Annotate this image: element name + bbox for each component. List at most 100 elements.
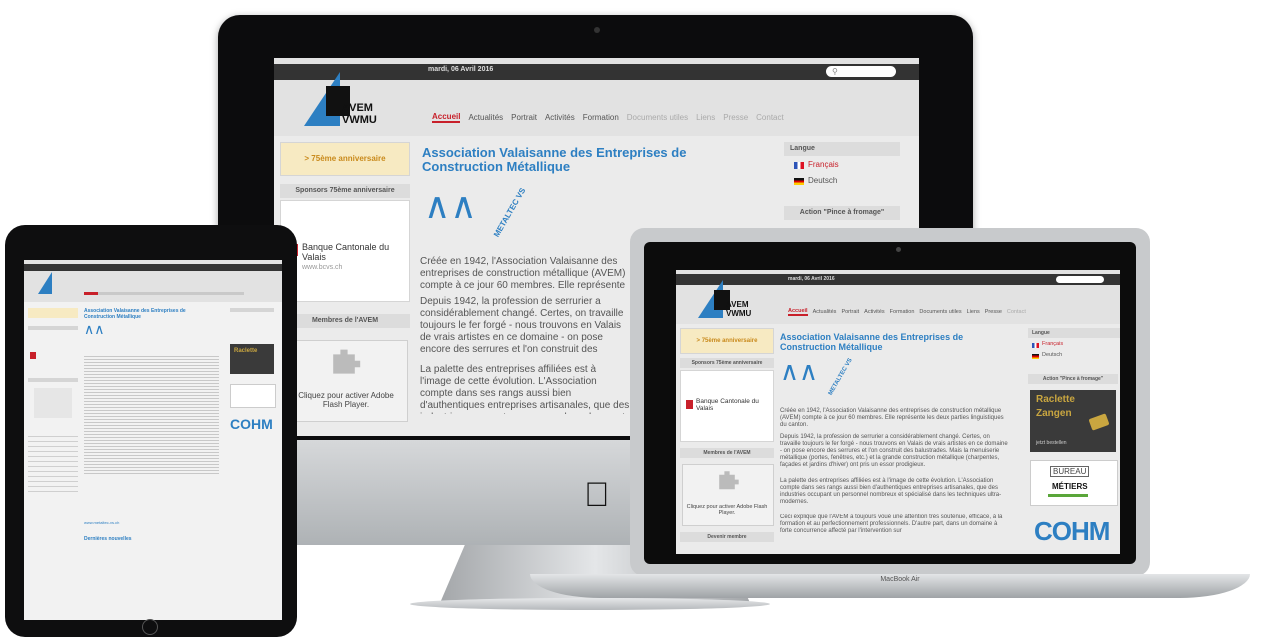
ipad-cohm-logo[interactable]: COHM [230,416,273,432]
metaltec-label: METALTEC VS [491,186,528,239]
imac-foot [410,598,770,610]
nav-presse[interactable]: Presse [723,113,748,122]
ipad-nav-active[interactable] [84,292,98,295]
apple-logo-icon:  [584,476,610,515]
ipad-raclette-text: Raclette [234,348,258,354]
mb-flash-text: Cliquez pour activer Adobe Flash Player. [686,504,768,516]
flag-de-icon [794,178,804,185]
macbook-screen: mardi, 06 Avril 2016 AVEM VWMU Accueil A… [676,270,1120,554]
mb-bcvs-icon [686,400,693,409]
date-text: mardi, 06 Avril 2016 [428,66,494,73]
bank-name: Banque Cantonale du Valais [302,242,390,262]
macbook-camera [896,247,901,252]
mb-zangen-text: Zangen [1036,408,1072,419]
mb-main-nav: Accueil Actualités Portrait Activités Fo… [788,308,1026,316]
mb-flag-fr-icon [1032,343,1039,348]
logo-line1: AVEM [342,102,373,114]
mb-search-input[interactable] [1056,276,1104,283]
ipad-url[interactable]: www.metaltec-vs.ch [84,520,119,525]
ipad-members-heading [28,378,78,382]
sponsors-heading: Sponsors 75ème anniversaire [280,184,410,198]
mb-metiers-text: MÉTIERS [1052,482,1088,491]
mb-sponsors-heading: Sponsors 75ème anniversaire [680,358,774,368]
nav-actualites[interactable]: Actualités [468,113,503,122]
anniversary-button[interactable]: > 75ème anniversaire [280,142,410,176]
mb-paragraph-4: Ceci explique que l'AVEM a toujours voué… [780,514,1003,534]
mb-lang-german[interactable]: Deutsch [1042,352,1062,358]
mb-raclette-text: Raclette [1036,394,1075,405]
ipad-metaltec-icon: ∧∧ [84,321,105,337]
lang-german[interactable]: Deutsch [808,176,837,185]
mb-flag-de-icon [1032,354,1039,359]
paragraph-1: Créée en 1942, l'Association Valaisanne … [420,256,626,291]
search-icon: ⚲ [832,67,838,76]
paragraph-2: Depuis 1942, la profession de serrurier … [420,296,624,355]
mb-paragraph-1: Créée en 1942, l'Association Valaisanne … [780,408,1004,428]
ipad-anniversary[interactable] [28,308,78,318]
ipad-nav [84,292,244,295]
mb-nav-documents[interactable]: Documents utiles [919,309,961,315]
mb-date-text: mardi, 06 Avril 2016 [788,276,835,282]
action-heading: Action "Pince à fromage" [784,206,900,220]
macbook-label: MacBook Air [880,576,920,583]
mb-bureau-text: BUREAU [1050,466,1090,477]
mb-nav-accueil[interactable]: Accueil [788,308,808,316]
mb-metiers-underline [1048,494,1088,497]
mb-date-bar [676,274,1120,285]
mb-metaltec-icon: ∧∧ [780,356,819,386]
mb-langue-heading: Langue [1028,328,1120,338]
mb-nav-contact[interactable]: Contact [1007,309,1026,315]
mb-cohm-logo[interactable]: COHM [1034,516,1110,547]
mb-members-heading: Membres de l'AVEM [680,448,774,458]
ipad-bureau-ad[interactable] [230,384,276,408]
nav-liens[interactable]: Liens [696,113,715,122]
mb-paragraph-3: La palette des entreprises affiliées est… [780,478,1002,505]
nav-documents[interactable]: Documents utiles [627,113,688,122]
mb-nav-actualites[interactable]: Actualités [813,309,837,315]
mb-nav-presse[interactable]: Presse [985,309,1002,315]
mb-lang-french[interactable]: Français [1042,341,1063,347]
bank-url: www.bcvs.ch [302,264,343,271]
metaltec-logo-icon: ∧∧ [424,185,477,226]
mb-nav-portrait[interactable]: Portrait [841,309,859,315]
mb-become-member[interactable]: Devenir membre [680,532,774,542]
mb-nav-liens[interactable]: Liens [967,309,980,315]
main-nav: Accueil Actualités Portrait Activités Fo… [432,112,784,123]
mb-metaltec-label: METALTEC VS [827,357,854,397]
mb-page-title: Association Valaisanne des Entreprises d… [780,332,964,352]
lang-french[interactable]: Français [808,160,839,169]
ipad-bcvs-icon [30,352,36,359]
nav-formation[interactable]: Formation [583,113,619,122]
ipad-langue-heading [230,308,274,312]
flag-fr-icon [794,162,804,169]
ipad-flash-box[interactable] [34,388,72,418]
nav-contact[interactable]: Contact [756,113,784,122]
date-bar [274,64,919,80]
nav-accueil[interactable]: Accueil [432,112,461,123]
mb-logo-line1: AVEM [726,300,749,309]
imac-camera [594,27,600,33]
paragraph-3: La palette des entreprises affiliées est… [420,364,630,414]
ipad-date-bar [24,264,282,271]
nav-activites[interactable]: Activités [545,113,575,122]
logo-line2: VWMU [342,114,377,126]
ipad-home-button[interactable] [142,619,158,635]
ipad-screen: Association Valaisanne des Entreprises d… [24,260,282,620]
nav-portrait[interactable]: Portrait [511,113,537,122]
mb-anniversary-button[interactable]: > 75ème anniversaire [680,328,774,354]
ipad-sponsors-heading [28,326,78,330]
flash-text: Cliquez pour activer Adobe Flash Player. [298,391,394,409]
mb-bank-name: Banque Cantonale du Valais [696,398,759,412]
ipad-menu-list [28,432,78,492]
ipad-news[interactable]: Dernières nouvelles [84,536,132,542]
langue-heading: Langue [784,142,900,156]
mb-nav-activites[interactable]: Activités [864,309,884,315]
mb-jetzt-text: jetzt bestellen [1036,440,1067,446]
page-title: Association Valaisanne des Entreprises d… [422,145,687,174]
members-heading: Membres de l'AVEM [280,314,410,328]
ipad-body-text [84,354,219,474]
mb-action-heading: Action "Pince à fromage" [1028,374,1118,384]
mb-logo-line2: VWMU [726,309,752,318]
mb-paragraph-2: Depuis 1942, la profession de serrurier … [780,434,1008,468]
mb-nav-formation[interactable]: Formation [890,309,915,315]
